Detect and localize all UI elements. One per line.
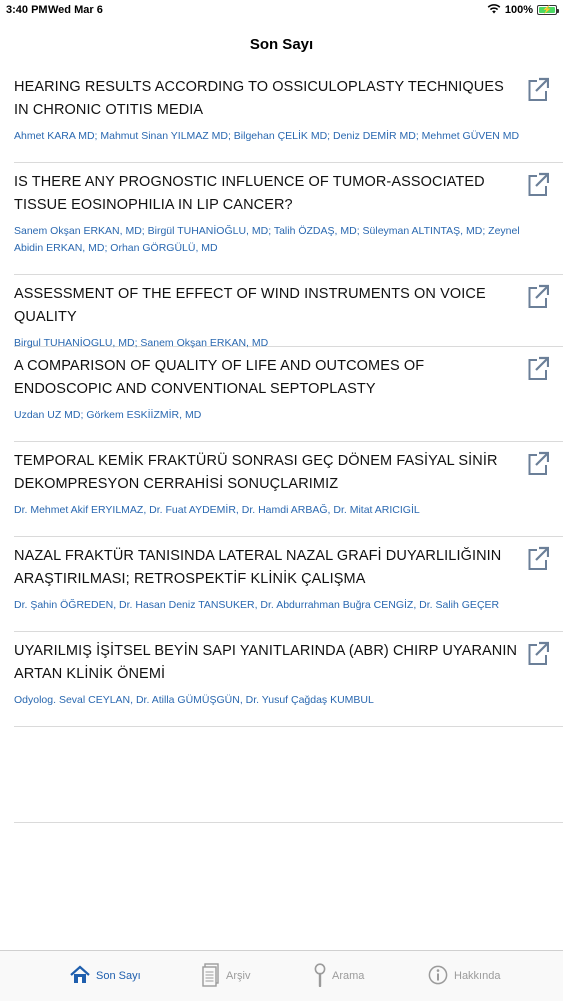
article-row[interactable]: A COMPARISON OF QUALITY OF LIFE AND OUTC…	[14, 347, 563, 442]
external-link-icon[interactable]	[527, 283, 550, 309]
external-link-icon[interactable]	[527, 640, 550, 666]
article-authors: Odyolog. Seval CEYLAN, Dr. Atilla GÜMÜŞG…	[14, 694, 374, 706]
tab-arama[interactable]: Arama	[314, 951, 364, 1001]
status-bar: 3:40 PM Wed Mar 6 100% ⚡	[0, 0, 563, 22]
article-title[interactable]: NAZAL FRAKTÜR TANISINDA LATERAL NAZAL GR…	[14, 537, 563, 591]
external-link-icon[interactable]	[527, 76, 550, 102]
external-link-icon[interactable]	[527, 171, 550, 197]
article-row[interactable]: TEMPORAL KEMİK FRAKTÜRÜ SONRASI GEÇ DÖNE…	[14, 442, 563, 537]
tab-hakkinda[interactable]: Hakkında	[428, 951, 500, 1001]
tab-son-sayi[interactable]: Son Sayı	[70, 951, 141, 1001]
page-title: Son Sayı	[249, 36, 314, 53]
external-link-icon[interactable]	[527, 545, 550, 571]
tab-label: Son Sayı	[96, 970, 141, 982]
empty-row	[14, 727, 563, 823]
external-link-icon[interactable]	[527, 355, 550, 381]
external-link-icon[interactable]	[527, 450, 550, 476]
article-authors: Sanem Okşan ERKAN, MD; Birgül TUHANİOĞLU…	[14, 225, 520, 254]
article-authors: Ahmet KARA MD; Mahmut Sinan YILMAZ MD; B…	[14, 130, 520, 142]
status-date: Wed Mar 6	[48, 4, 103, 16]
battery-level: ⚡	[539, 5, 555, 14]
article-row[interactable]: NAZAL FRAKTÜR TANISINDA LATERAL NAZAL GR…	[14, 537, 563, 632]
battery-percentage: 100%	[504, 4, 533, 16]
search-icon	[314, 962, 326, 990]
article-authors: Dr. Mehmet Akif ERYILMAZ, Dr. Fuat AYDEM…	[14, 504, 420, 516]
article-title[interactable]: IS THERE ANY PROGNOSTIC INFLUENCE OF TUM…	[14, 163, 563, 217]
article-row[interactable]: HEARING RESULTS ACCORDING TO OSSICULOPLA…	[14, 68, 563, 163]
tab-label: Arşiv	[226, 970, 251, 982]
article-row[interactable]: UYARILMIŞ İŞİTSEL BEYİN SAPI YANITLARIND…	[14, 632, 563, 727]
article-title[interactable]: HEARING RESULTS ACCORDING TO OSSICULOPLA…	[14, 68, 563, 122]
tab-label: Hakkında	[454, 970, 501, 982]
battery-icon: ⚡	[537, 5, 559, 15]
article-title[interactable]: TEMPORAL KEMİK FRAKTÜRÜ SONRASI GEÇ DÖNE…	[14, 442, 563, 496]
info-icon	[428, 965, 448, 988]
status-time: 3:40 PM	[6, 4, 48, 16]
archive-icon	[202, 962, 220, 990]
home-icon	[70, 965, 90, 988]
status-indicators: 100% ⚡	[487, 3, 559, 17]
wifi-icon	[487, 3, 501, 17]
tab-arsiv[interactable]: Arşiv	[202, 951, 250, 1001]
navigation-bar: Son Sayı	[0, 22, 563, 68]
article-list: HEARING RESULTS ACCORDING TO OSSICULOPLA…	[0, 68, 563, 823]
article-title[interactable]: A COMPARISON OF QUALITY OF LIFE AND OUTC…	[14, 347, 563, 401]
tab-label: Arama	[332, 970, 365, 982]
article-authors: Uzdan UZ MD; Görkem ESKİİZMİR, MD	[14, 409, 202, 421]
tab-bar: Son Sayı Arşiv Arama Hakkında	[0, 950, 563, 1001]
charging-bolt-icon: ⚡	[542, 5, 552, 14]
article-authors: Dr. Şahin ÖĞREDEN, Dr. Hasan Deniz TANSU…	[14, 599, 500, 611]
article-title[interactable]: UYARILMIŞ İŞİTSEL BEYİN SAPI YANITLARIND…	[14, 632, 563, 686]
article-row[interactable]: ASSESSMENT OF THE EFFECT OF WIND INSTRUM…	[14, 275, 563, 349]
article-title[interactable]: ASSESSMENT OF THE EFFECT OF WIND INSTRUM…	[14, 275, 563, 329]
article-row[interactable]: IS THERE ANY PROGNOSTIC INFLUENCE OF TUM…	[14, 163, 563, 275]
